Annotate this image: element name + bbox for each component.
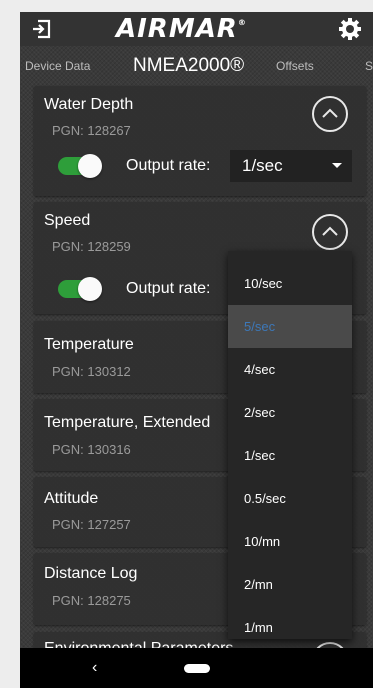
card-title: Water Depth — [44, 96, 134, 113]
card-pgn: PGN: 130312 — [52, 364, 131, 379]
airmar-logo: AIRMAR® — [116, 14, 286, 44]
output-toggle[interactable] — [58, 277, 102, 301]
rate-option-1-mn[interactable]: 1/mn — [228, 606, 352, 649]
card-pgn: PGN: 128259 — [52, 239, 131, 254]
tab-device-data[interactable]: Device Data — [25, 46, 90, 86]
card-pgn: PGN: 128275 — [52, 593, 131, 608]
card-title: Temperature — [44, 336, 134, 353]
gear-icon[interactable] — [338, 17, 362, 41]
rate-option-5-sec[interactable]: 5/sec — [228, 305, 352, 348]
card-pgn: PGN: 128267 — [52, 123, 131, 138]
tab-offsets[interactable]: Offsets — [276, 46, 314, 86]
toggle-knob — [78, 154, 102, 178]
tab-nmea2000[interactable]: NMEA2000® — [133, 46, 244, 86]
collapse-button[interactable] — [312, 214, 348, 250]
chevron-up-icon — [322, 226, 338, 236]
rate-option-2-sec[interactable]: 2/sec — [228, 391, 352, 434]
output-rate-select[interactable]: 1/sec — [230, 150, 352, 182]
top-bar: AIRMAR® — [20, 12, 373, 46]
app-screen: AIRMAR® Device Data NMEA2000® Offsets S … — [20, 12, 373, 688]
rate-option-1-sec[interactable]: 1/sec — [228, 434, 352, 477]
caret-down-icon — [332, 163, 342, 168]
rate-option-2-mn[interactable]: 2/mn — [228, 563, 352, 606]
tab-bar: Device Data NMEA2000® Offsets S — [20, 46, 373, 86]
output-rate-value: 1/sec — [242, 156, 283, 175]
card-pgn: PGN: 130316 — [52, 442, 131, 457]
card-title: Temperature, Extended — [44, 414, 211, 431]
card-title: Distance Log — [44, 565, 138, 582]
rate-option-10-sec[interactable]: 10/sec — [228, 262, 352, 305]
exit-icon[interactable] — [30, 18, 52, 40]
home-nav-icon[interactable] — [184, 664, 210, 673]
rate-option-4-sec[interactable]: 4/sec — [228, 348, 352, 391]
tab-partial[interactable]: S — [365, 46, 373, 86]
toggle-knob — [78, 277, 102, 301]
card-pgn: PGN: 127257 — [52, 517, 131, 532]
output-rate-label: Output rate: — [126, 280, 211, 297]
card-title: Speed — [44, 212, 91, 229]
output-rate-label: Output rate: — [126, 157, 211, 174]
brand-mark: ® — [237, 18, 247, 27]
card-title: Attitude — [44, 490, 99, 507]
brand-name: AIRMAR — [116, 14, 238, 44]
chevron-up-icon — [322, 108, 338, 118]
back-nav-icon[interactable]: ‹ — [92, 660, 97, 676]
output-toggle[interactable] — [58, 154, 102, 178]
system-nav-bar: ‹ — [20, 648, 373, 688]
output-rate-dropdown: 10/sec 5/sec 4/sec 2/sec 1/sec 0.5/sec 1… — [228, 251, 352, 639]
collapse-button[interactable] — [312, 96, 348, 132]
rate-option-0-5-sec[interactable]: 0.5/sec — [228, 477, 352, 520]
pgn-card-water-depth[interactable]: Water Depth PGN: 128267 Output rate: 1/s… — [34, 86, 366, 196]
rate-option-10-mn[interactable]: 10/mn — [228, 520, 352, 563]
